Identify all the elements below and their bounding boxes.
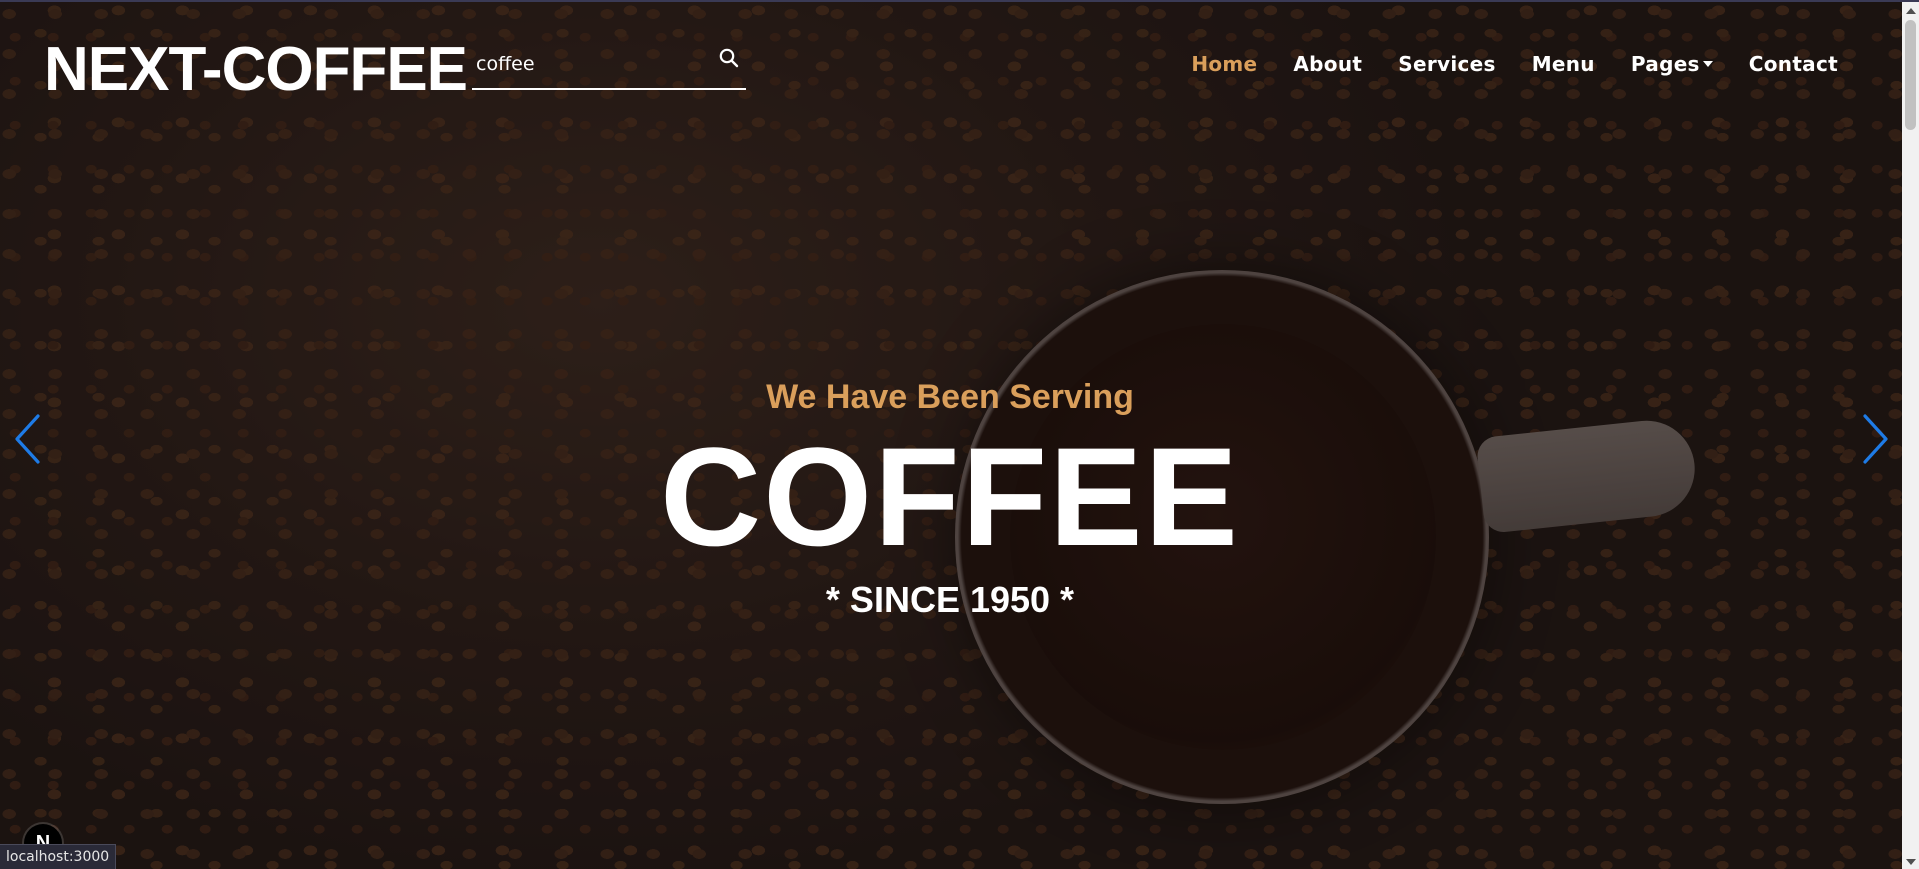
nav-item-services: Services: [1398, 52, 1495, 76]
nav-link-pages-label: Pages: [1630, 52, 1700, 76]
browser-status-url: localhost:3000: [0, 844, 117, 869]
search-button[interactable]: [714, 44, 744, 74]
page-scrollbar[interactable]: [1902, 2, 1919, 869]
nav-link-services[interactable]: Services: [1398, 52, 1495, 76]
scrollbar-thumb[interactable]: [1905, 20, 1916, 130]
nav-link-pages[interactable]: Pages: [1631, 52, 1713, 76]
nav-link-menu[interactable]: Menu: [1532, 52, 1595, 76]
hero-title: COFFEE: [660, 418, 1240, 575]
brand-logo[interactable]: NEXT-COFFEE: [44, 32, 468, 108]
nav-link-contact[interactable]: Contact: [1749, 52, 1838, 76]
main-nav: Home About Services Menu Pages Contact: [1191, 52, 1838, 76]
chevron-left-icon: [15, 414, 40, 464]
chevron-right-icon: [1863, 414, 1888, 464]
carousel-next-button[interactable]: [1855, 410, 1895, 468]
nav-link-home[interactable]: Home: [1191, 52, 1257, 76]
nav-item-menu: Menu: [1532, 52, 1595, 76]
nav-item-about: About: [1293, 52, 1362, 76]
carousel-prev-button[interactable]: [8, 410, 48, 468]
search-form: [472, 42, 746, 90]
search-input[interactable]: [474, 46, 708, 82]
scroll-up-arrow-icon[interactable]: [1906, 8, 1916, 14]
search-icon: [719, 48, 739, 67]
hero-caption: We Have Been Serving COFFEE * SINCE 1950…: [0, 372, 1900, 628]
caret-down-icon: [1702, 61, 1713, 67]
hero-subtitle: We Have Been Serving: [766, 378, 1134, 416]
nav-item-contact: Contact: [1749, 52, 1838, 76]
nav-item-pages: Pages: [1631, 52, 1713, 76]
scroll-down-arrow-icon[interactable]: [1906, 859, 1916, 865]
page: NEXT-COFFEE Home About Services Menu Pag…: [0, 0, 1919, 869]
nav-link-about[interactable]: About: [1293, 52, 1362, 76]
hero-since: * SINCE 1950 *: [825, 579, 1075, 620]
nav-item-home: Home: [1191, 52, 1257, 76]
navbar: NEXT-COFFEE Home About Services Menu Pag…: [0, 2, 1900, 142]
